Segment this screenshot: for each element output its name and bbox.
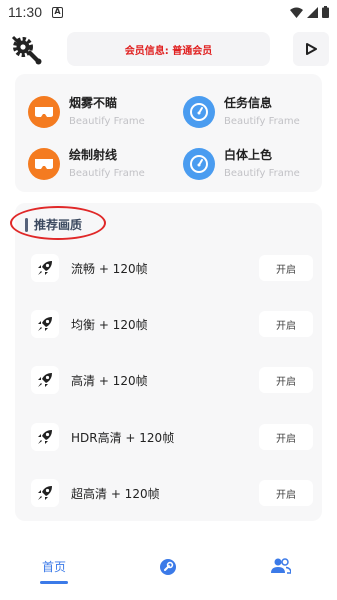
wrench-circle-icon [160, 559, 176, 575]
wifi-icon [290, 7, 303, 18]
feature-draw-rays[interactable]: 绘制射线 Beautify Frame [28, 142, 178, 186]
app-screen: 11:30 A 会员信息: 普通会员 烟雾不瞄 Beautify Frame 任… [0, 0, 337, 600]
vr-goggles-icon [35, 107, 53, 117]
battery-icon [322, 6, 329, 18]
feature-icon-bg [28, 148, 60, 180]
quality-card: 推荐画质 流畅 + 120帧 开启 均衡 + 120帧 开启 高清 + 120帧… [10, 203, 322, 521]
quality-label: 高清 + 120帧 [71, 373, 148, 388]
feature-icon-bg [183, 96, 215, 128]
status-icons [290, 6, 329, 18]
enable-button[interactable]: 开启 [259, 311, 313, 337]
play-button[interactable] [293, 32, 329, 66]
signal-icon [307, 6, 318, 18]
quality-label: HDR高清 + 120帧 [71, 430, 175, 445]
bottom-nav: 首页 [0, 552, 337, 592]
play-icon [306, 43, 317, 55]
feature-card: 烟雾不瞄 Beautify Frame 任务信息 Beautify Frame … [15, 74, 322, 192]
quality-row: HDR高清 + 120帧 开启 [15, 422, 322, 452]
quality-row: 均衡 + 120帧 开启 [15, 309, 322, 339]
enable-button[interactable]: 开启 [259, 255, 313, 281]
speedometer-icon [190, 103, 208, 121]
feature-icon-bg [28, 96, 60, 128]
rocket-icon [31, 423, 59, 451]
enable-button[interactable]: 开启 [259, 367, 313, 393]
member-info: 会员信息: 普通会员 [67, 32, 270, 66]
quality-label: 超高清 + 120帧 [71, 486, 160, 501]
nav-home-label: 首页 [41, 560, 66, 574]
feature-title: 绘制射线 [69, 148, 118, 162]
feature-task-info[interactable]: 任务信息 Beautify Frame [183, 90, 333, 134]
enable-button[interactable]: 开启 [259, 480, 313, 506]
nav-tools[interactable] [159, 558, 177, 586]
section-header: 推荐画质 [25, 216, 82, 233]
quality-row: 超高清 + 120帧 开启 [15, 478, 322, 508]
feature-title: 烟雾不瞄 [69, 96, 118, 110]
quality-label: 均衡 + 120帧 [71, 317, 148, 332]
settings-button[interactable] [8, 32, 44, 68]
rocket-icon [31, 479, 59, 507]
rocket-icon [31, 254, 59, 282]
feature-title: 白体上色 [224, 148, 273, 162]
quality-row: 高清 + 120帧 开启 [15, 365, 322, 395]
feature-white-color[interactable]: 白体上色 Beautify Frame [183, 142, 333, 186]
nav-users[interactable] [271, 558, 291, 586]
status-bar: 11:30 A [0, 0, 337, 24]
feature-icon-bg [183, 148, 215, 180]
quality-row: 流畅 + 120帧 开启 [15, 253, 322, 283]
feature-subtitle: Beautify Frame [69, 116, 145, 127]
quality-label: 流畅 + 120帧 [71, 261, 148, 276]
feature-subtitle: Beautify Frame [224, 168, 300, 179]
rocket-icon [31, 310, 59, 338]
vr-goggles-icon [35, 159, 53, 169]
enable-button[interactable]: 开启 [259, 424, 313, 450]
status-time: 11:30 [8, 4, 42, 20]
top-bar: 会员信息: 普通会员 [0, 30, 337, 68]
speedometer-icon [190, 155, 208, 173]
notification-badge: A [52, 6, 63, 18]
rocket-icon [31, 366, 59, 394]
feature-title: 任务信息 [224, 96, 273, 110]
feature-subtitle: Beautify Frame [224, 116, 300, 127]
nav-active-indicator [40, 581, 68, 584]
section-title: 推荐画质 [34, 218, 83, 232]
feature-smoke[interactable]: 烟雾不瞄 Beautify Frame [28, 90, 178, 134]
gear-wrench-icon [11, 35, 42, 65]
nav-home[interactable]: 首页 [40, 558, 68, 586]
section-accent-bar [25, 217, 28, 232]
feature-subtitle: Beautify Frame [69, 168, 145, 179]
users-icon [271, 558, 291, 574]
